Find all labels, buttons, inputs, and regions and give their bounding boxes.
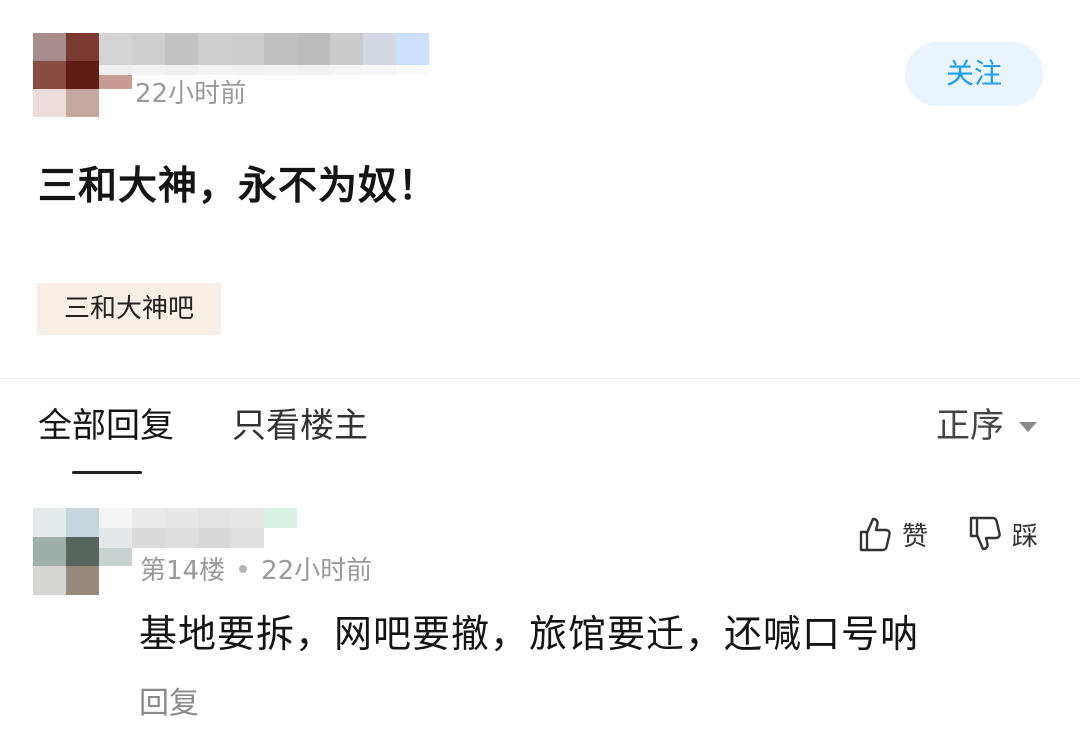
active-tab-indicator — [72, 471, 142, 474]
op-username[interactable] — [99, 33, 429, 75]
floor-number: 第14楼 — [140, 556, 226, 586]
follow-button[interactable]: 关注 — [905, 42, 1043, 106]
dislike-label: 踩 — [1012, 521, 1039, 552]
divider — [0, 378, 1080, 379]
tab-owner-only[interactable]: 只看楼主 — [232, 402, 368, 450]
reply-username[interactable] — [99, 508, 297, 548]
reply-meta: 第14楼 22小时前 — [140, 555, 372, 587]
reply-button[interactable]: 回复 — [139, 684, 199, 724]
thumbs-down-icon — [969, 516, 1001, 551]
forum-tag[interactable]: 三和大神吧 — [37, 283, 221, 335]
dislike-button[interactable]: 踩 — [968, 512, 1038, 556]
like-label: 赞 — [902, 521, 929, 552]
like-button[interactable]: 赞 — [858, 512, 928, 556]
reply-content: 基地要拆，网吧要撤，旅馆要迁，还喊口号呐 — [139, 612, 920, 656]
post-time: 22小时前 — [135, 79, 247, 109]
tab-all-replies[interactable]: 全部回复 — [38, 402, 174, 450]
reply-time: 22小时前 — [261, 556, 373, 586]
post-title: 三和大神，永不为奴！ — [38, 164, 439, 209]
separator-dot — [239, 565, 248, 573]
caret-down-icon[interactable] — [1019, 422, 1037, 432]
thumbs-up-icon — [859, 517, 891, 552]
sort-order-button[interactable]: 正序 — [936, 402, 1004, 450]
